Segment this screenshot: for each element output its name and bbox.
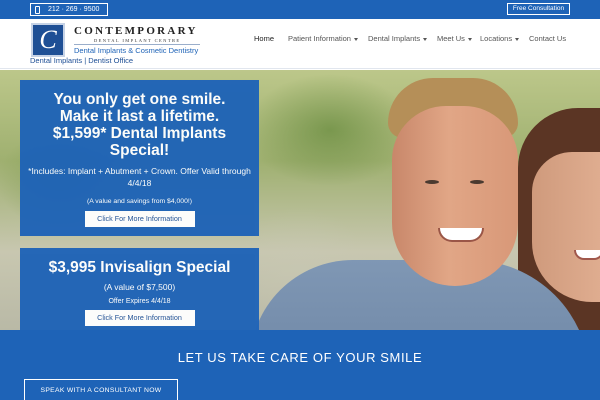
nav-label: Contact Us [529,34,567,43]
caret-down-icon [423,37,428,41]
phone-number: 212 · 269 · 9500 [48,6,100,13]
nav-label: Dental Implants [368,34,421,43]
logo-divider [74,44,200,45]
caret-down-icon [515,37,520,41]
promo-title: You only get one smile. Make it last a l… [20,91,259,159]
man-eye [470,180,484,184]
man-smile [438,228,484,242]
promo-title: $3,995 Invisalign Special [48,259,231,276]
nav-item-locations[interactable]: Locations [480,34,520,43]
logo-subname: DENTAL IMPLANT CENTRE [94,38,181,43]
promo-title-line: $1,599* Dental Implants [52,125,227,142]
cta-band: LET US TAKE CARE OF YOUR SMILE SPEAK WIT… [0,330,600,400]
logo-tagline: Dental Implants & Cosmetic Dentistry [74,46,199,55]
nav-item-home[interactable]: Home [254,34,274,43]
free-consultation-button[interactable]: Free Consultation [507,3,570,15]
woman-smile [574,250,600,260]
nav-item-contact-us[interactable]: Contact Us [529,34,566,43]
implants-more-info-button[interactable]: Click For More Information [84,211,195,227]
implants-promo-panel: You only get one smile. Make it last a l… [20,80,259,236]
promo-value: (A value of $7,500) [103,282,176,292]
caret-down-icon [467,37,472,41]
site-header: C CONTEMPORARY DENTAL IMPLANT CENTRE Den… [0,19,600,69]
nav-label: Locations [480,34,513,43]
logo-mark[interactable]: C [31,23,65,57]
invisalign-promo-panel: $3,995 Invisalign Special (A value of $7… [20,248,259,330]
promo-title-line: You only get one smile. [53,91,226,108]
mobile-phone-icon [35,5,40,14]
invisalign-more-info-button[interactable]: Click For More Information [84,310,195,326]
nav-item-patient-information[interactable]: Patient Information [288,34,358,43]
promo-title-line: Special! [109,142,170,159]
speak-consultant-button[interactable]: SPEAK WITH A CONSULTANT NOW [24,379,178,400]
cta-title: LET US TAKE CARE OF YOUR SMILE [177,350,423,365]
promo-value: (A value and savings from $4,000!) [86,198,193,205]
promo-includes: *Includes: Implant + Abutment + Crown. O… [28,166,251,188]
nav-label: Meet Us [437,34,465,43]
nav-item-meet-us[interactable]: Meet Us [437,34,472,43]
man-face [392,106,518,286]
nav-label: Home [254,34,275,43]
promo-expires: Offer Expires 4/4/18 [108,298,171,305]
caret-down-icon [353,37,358,41]
phone-link[interactable]: 212 · 269 · 9500 [30,3,108,16]
nav-label: Patient Information [288,34,351,43]
top-bar: 212 · 269 · 9500 Free Consultation [0,0,600,19]
logo-caption: Dental Implants | Dentist Office [30,56,134,65]
logo-name: CONTEMPORARY [74,25,198,37]
promo-title-line: Make it last a lifetime. [59,108,220,125]
logo-letter: C [39,25,57,54]
nav-item-dental-implants[interactable]: Dental Implants [368,34,428,43]
man-eye [425,180,439,184]
